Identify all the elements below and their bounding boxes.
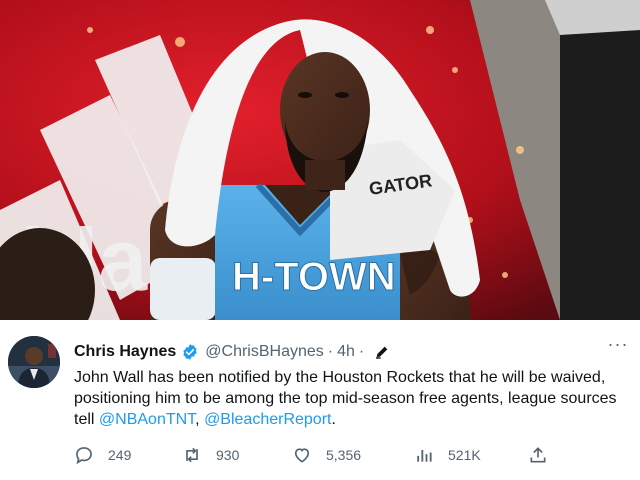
retweet-count: 930 [216,447,240,463]
views-button[interactable]: 521K [414,443,481,467]
tweet-text: John Wall has been notified by the Houst… [74,367,622,430]
avatar-image [8,336,60,388]
tweet-card[interactable]: Chris Haynes @ChrisBHaynes · 4h · ··· Jo… [0,320,640,480]
retweet-icon [186,447,198,463]
arm-sleeve [150,258,216,320]
author-name[interactable]: Chris Haynes [74,343,176,361]
author-handle[interactable]: @ChrisBHaynes [205,343,324,361]
tweet-actions: 249 930 5,356 521K [74,443,554,467]
reply-icon [76,447,92,465]
mention-link[interactable]: @NBAonTNT [99,411,195,428]
separator-dot: · [358,343,365,360]
share-icon [530,447,546,463]
avatar[interactable] [8,336,60,388]
photo-illustration: idas H-TOWN GATOR [0,0,640,320]
like-count: 5,356 [326,447,362,463]
edited-pencil-icon[interactable] [374,344,390,360]
heart-icon [294,448,310,463]
view-count: 521K [448,447,481,463]
views-chart-icon [417,450,432,462]
more-options-button[interactable]: ··· [606,335,630,356]
tweet-photo[interactable]: idas H-TOWN GATOR [0,0,640,320]
like-button[interactable]: 5,356 [292,443,361,467]
retweet-button[interactable]: 930 [182,443,239,467]
mention-separator: , [195,411,205,428]
reply-count: 249 [108,447,132,463]
share-button[interactable] [528,443,548,467]
reply-button[interactable]: 249 [74,443,131,467]
mention-link[interactable]: @BleacherReport [204,411,331,428]
jersey-text: H-TOWN [232,255,396,299]
tweet-header: Chris Haynes @ChrisBHaynes · 4h · [74,340,390,364]
tweet-timestamp[interactable]: 4h [337,343,355,361]
verified-badge-icon [181,343,199,361]
trailing-period: . [331,411,336,428]
separator-dot: · [327,343,334,360]
